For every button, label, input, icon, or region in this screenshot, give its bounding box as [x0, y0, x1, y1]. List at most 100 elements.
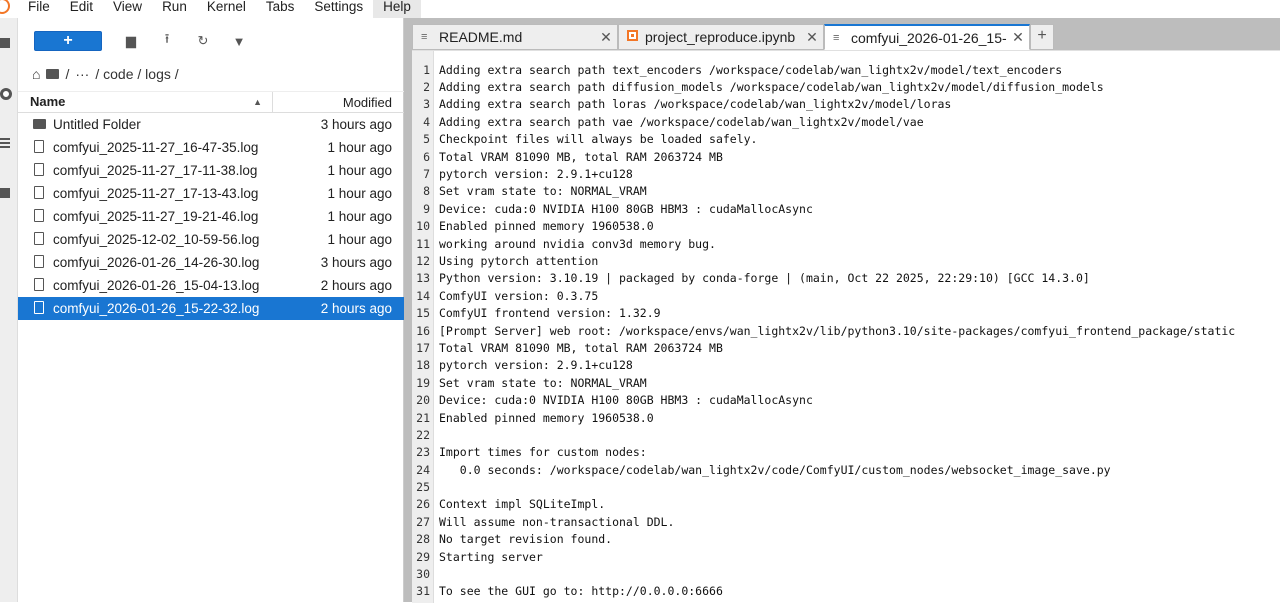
- line-number: 23: [416, 445, 430, 460]
- file-row[interactable]: comfyui_2026-01-26_14-26-30.log 3 hours a…: [18, 251, 404, 274]
- file-row[interactable]: comfyui_2026-01-26_15-04-13.log 2 hours a…: [18, 274, 404, 297]
- panel-splitter[interactable]: [404, 18, 412, 602]
- line-text: Adding extra search path text_encoders /…: [439, 62, 1063, 77]
- file-name: comfyui_2026-01-26_15-22-32.log: [53, 301, 260, 316]
- code-line: 10 Enabled pinned memory 1960538.0: [412, 218, 1280, 235]
- line-number: 12: [416, 253, 430, 268]
- text-file-icon: ≡: [421, 31, 428, 43]
- name-column-header[interactable]: Name ▲: [18, 92, 273, 112]
- file-row[interactable]: comfyui_2025-11-27_16-47-35.log 1 hour ag…: [18, 136, 404, 159]
- modified-column-header[interactable]: Modified: [273, 95, 404, 110]
- file-modified: 2 hours ago: [320, 301, 392, 316]
- menu-kernel[interactable]: Kernel: [197, 0, 256, 18]
- code-line: 25: [412, 478, 1280, 495]
- line-number: 26: [416, 497, 430, 512]
- menu-settings[interactable]: Settings: [304, 0, 373, 18]
- toc-icon[interactable]: [0, 138, 10, 140]
- code-line: 27 Will assume non-transactional DDL.: [412, 513, 1280, 530]
- tab-2[interactable]: ≡ comfyui_2026-01-26_15-2. ✕: [824, 24, 1030, 50]
- file-row[interactable]: comfyui_2025-12-02_10-59-56.log 1 hour ag…: [18, 228, 404, 251]
- file-row[interactable]: Untitled Folder 3 hours ago: [18, 113, 404, 136]
- code-line: 7 pytorch version: 2.9.1+cu128: [412, 165, 1280, 182]
- line-text: Enabled pinned memory 1960538.0: [439, 219, 654, 234]
- code-line: 31 To see the GUI go to: http://0.0.0.0:6…: [412, 583, 1280, 600]
- line-number: 20: [416, 393, 430, 408]
- menu-edit[interactable]: Edit: [60, 0, 103, 18]
- folder-icon[interactable]: [46, 69, 60, 79]
- file-icon: [32, 231, 46, 248]
- line-text: Enabled pinned memory 1960538.0: [439, 410, 654, 425]
- tab-bar: ≡ README.md ✕ project_reproduce.ipynb ✕ ≡ comf…: [412, 18, 1280, 50]
- line-text: ComfyUI version: 0.3.75: [439, 288, 599, 303]
- menu-help[interactable]: Help: [373, 0, 421, 18]
- line-number: 25: [416, 480, 430, 495]
- line-number: 4: [423, 114, 430, 129]
- extension-icon[interactable]: [0, 188, 10, 198]
- filter-icon[interactable]: ▼: [232, 34, 246, 49]
- close-tab-icon[interactable]: ✕: [801, 29, 823, 46]
- new-folder-icon[interactable]: ▆: [124, 33, 138, 49]
- file-name: comfyui_2026-01-26_14-26-30.log: [53, 255, 260, 270]
- line-text: ComfyUI frontend version: 1.32.9: [439, 306, 661, 321]
- code-line: 20 Device: cuda:0 NVIDIA H100 80GB HBM3 :…: [412, 391, 1280, 408]
- line-text: Adding extra search path loras /workspac…: [439, 97, 952, 112]
- line-number: 10: [416, 219, 430, 234]
- tab-0[interactable]: ≡ README.md ✕: [412, 24, 618, 50]
- file-row[interactable]: comfyui_2026-01-26_15-22-32.log 2 hours a…: [18, 297, 404, 320]
- code-line: 15 ComfyUI frontend version: 1.32.9: [412, 304, 1280, 321]
- home-icon[interactable]: ⌂: [32, 66, 40, 82]
- folder-icon: [32, 117, 46, 132]
- close-tab-icon[interactable]: ✕: [1007, 29, 1029, 46]
- line-text: pytorch version: 2.9.1+cu128: [439, 358, 633, 373]
- close-tab-icon[interactable]: ✕: [595, 29, 617, 46]
- file-row[interactable]: comfyui_2025-11-27_17-13-43.log 1 hour ag…: [18, 182, 404, 205]
- file-list: Untitled Folder 3 hours ago comfyui_2025-1…: [18, 113, 404, 320]
- code-line: 14 ComfyUI version: 0.3.75: [412, 287, 1280, 304]
- line-number: 2: [423, 80, 430, 95]
- file-row[interactable]: comfyui_2025-11-27_19-21-46.log 1 hour ag…: [18, 205, 404, 228]
- menu-tabs[interactable]: Tabs: [256, 0, 305, 18]
- running-icon[interactable]: [0, 88, 12, 100]
- file-icon: [32, 277, 46, 294]
- line-text: Total VRAM 81090 MB, total RAM 2063724 M…: [439, 340, 723, 355]
- file-name: comfyui_2025-11-27_17-11-38.log: [53, 163, 258, 178]
- code-line: 18 pytorch version: 2.9.1+cu128: [412, 357, 1280, 374]
- breadcrumb-path[interactable]: / code / logs /: [95, 66, 178, 82]
- code-line: 8 Set vram state to: NORMAL_VRAM: [412, 183, 1280, 200]
- line-number: 7: [423, 167, 430, 182]
- line-text: Set vram state to: NORMAL_VRAM: [439, 375, 647, 390]
- menu-view[interactable]: View: [103, 0, 152, 18]
- line-number: 11: [416, 236, 430, 251]
- code-line: 11 working around nvidia conv3d memory bu…: [412, 235, 1280, 252]
- file-name: comfyui_2025-12-02_10-59-56.log: [53, 232, 260, 247]
- line-number: 31: [416, 584, 430, 599]
- line-text: Import times for custom nodes:: [439, 445, 647, 460]
- code-line: 16 [Prompt Server] web root: /workspace/e…: [412, 322, 1280, 339]
- text-file-icon: ≡: [833, 31, 840, 44]
- new-launcher-button[interactable]: +: [34, 31, 102, 51]
- line-number: 24: [416, 462, 430, 477]
- add-tab-button[interactable]: +: [1030, 24, 1054, 50]
- file-row[interactable]: comfyui_2025-11-27_17-11-38.log 1 hour ag…: [18, 159, 404, 182]
- breadcrumb-root[interactable]: /: [65, 66, 69, 82]
- sort-ascending-icon: ▲: [253, 97, 262, 107]
- file-modified: 1 hour ago: [327, 140, 392, 155]
- menu-file[interactable]: File: [18, 0, 60, 18]
- text-editor[interactable]: 1 Adding extra search path text_encoders …: [412, 50, 1280, 603]
- code-line: 1 Adding extra search path text_encoders …: [412, 61, 1280, 78]
- line-number: 9: [423, 201, 430, 216]
- file-browser: + ▆ ⭱ ↻ ▼ ⌂ / ··· / code / logs / Name ▲ …: [18, 18, 404, 602]
- menu-run[interactable]: Run: [152, 0, 197, 18]
- breadcrumb-ellipsis[interactable]: ···: [75, 66, 89, 82]
- folder-icon[interactable]: [0, 38, 10, 48]
- line-number: 28: [416, 532, 430, 547]
- code-line: 6 Total VRAM 81090 MB, total RAM 2063724 …: [412, 148, 1280, 165]
- code-line: 12 Using pytorch attention: [412, 252, 1280, 269]
- file-toolbar: + ▆ ⭱ ↻ ▼: [18, 18, 403, 64]
- tab-1[interactable]: project_reproduce.ipynb ✕: [618, 24, 824, 50]
- file-icon: [32, 300, 46, 317]
- line-number: 19: [416, 375, 430, 390]
- upload-icon[interactable]: ⭱: [160, 30, 174, 52]
- line-text: No target revision found.: [439, 532, 613, 547]
- refresh-icon[interactable]: ↻: [196, 33, 210, 49]
